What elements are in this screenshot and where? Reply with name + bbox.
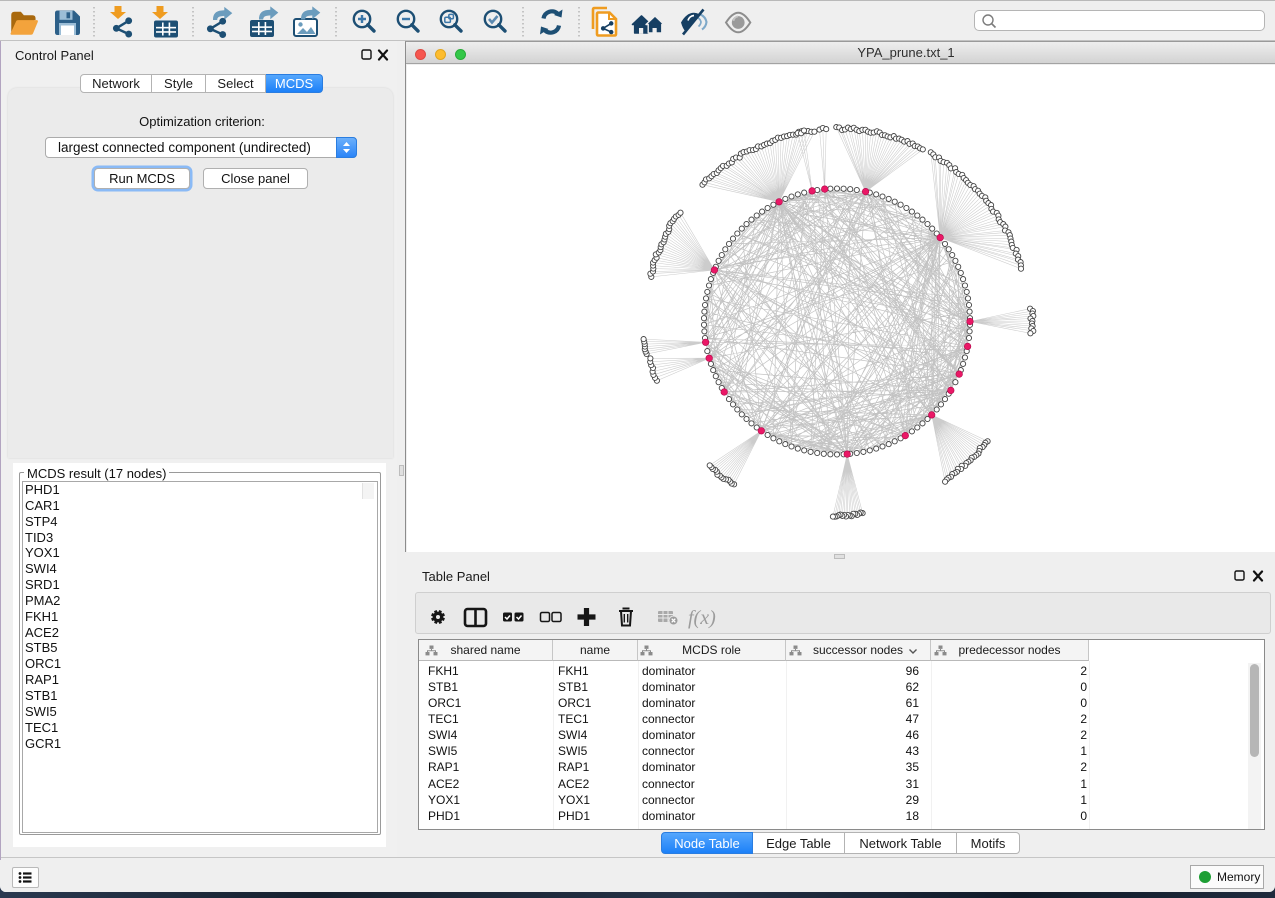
svg-text:f(x): f(x) — [688, 607, 716, 629]
